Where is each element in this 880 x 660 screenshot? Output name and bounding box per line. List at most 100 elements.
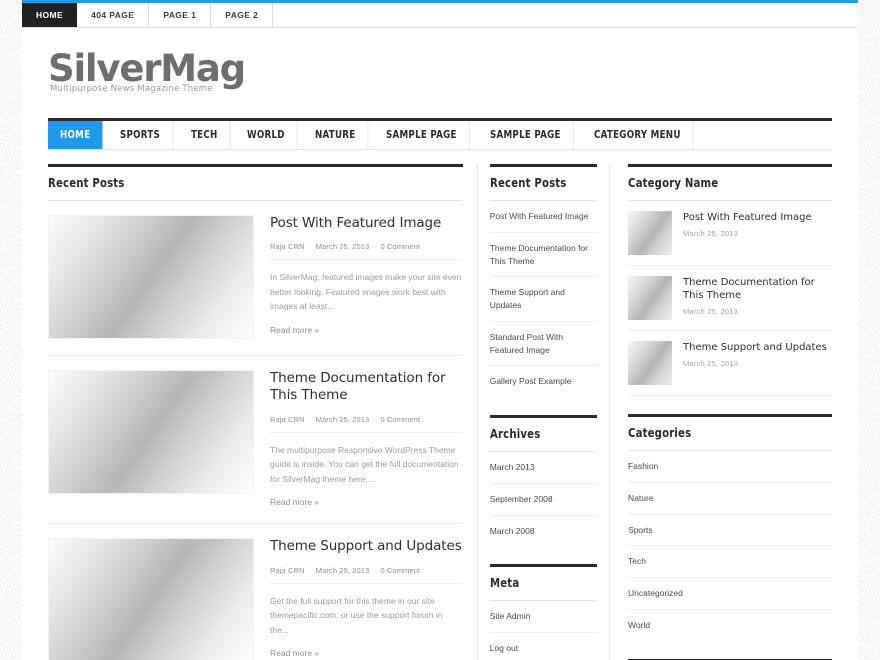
list-item[interactable]: Nature — [628, 483, 832, 515]
admin-bar-filler — [273, 3, 858, 27]
read-more-link[interactable]: Read more » — [270, 648, 463, 658]
admin-tab-page-1[interactable]: PAGE 1 — [149, 3, 212, 27]
widget-heading-label: Meta — [489, 575, 520, 591]
post-excerpt: The multipurpose Responsive WordPress Th… — [270, 444, 459, 484]
archives-list: March 2013 September 2008 March 2008 — [489, 452, 598, 547]
read-more-link[interactable]: Read more » — [270, 325, 463, 335]
post-meta: Raja CRN March 25, 2013 0 Comment — [270, 242, 463, 261]
list-item[interactable]: Site Admin — [489, 601, 598, 633]
list-item[interactable]: March 2008 — [490, 516, 597, 547]
post-comment-count[interactable]: 0 Comment — [380, 242, 420, 251]
post-body: Theme Support and Updates Raja CRN March… — [254, 538, 463, 660]
category-post-thumbnail[interactable] — [628, 211, 673, 255]
nav-item-sample-page-1[interactable]: SAMPLE PAGE — [374, 121, 470, 149]
widget-heading: Recent Posts — [489, 164, 598, 201]
middle-sidebar-column: Recent Posts Post With Featured Image Th… — [476, 164, 609, 660]
nav-item-home[interactable]: HOME — [48, 121, 104, 149]
post-title[interactable]: Theme Support and Updates — [270, 538, 463, 555]
nav-item-category-menu[interactable]: CATEGORY MENU — [582, 121, 694, 149]
category-post-thumbnail[interactable] — [628, 276, 673, 320]
widget-heading: Meta — [489, 564, 598, 602]
list-item[interactable]: Theme Documentation for This Theme — [489, 233, 598, 278]
post-title[interactable]: Post With Featured Image — [270, 215, 463, 232]
widget-heading-label: Recent Posts — [489, 175, 567, 190]
nav-item-nature[interactable]: NATURE — [303, 121, 369, 149]
widget-heading-label: Categories — [628, 425, 692, 440]
category-post-item: Post With Featured Image March 25, 2013 — [628, 201, 832, 266]
list-item[interactable]: Theme Support and Updates — [489, 277, 598, 322]
post-meta: Raja CRN March 25, 2013 0 Comment — [270, 566, 463, 584]
widget-heading-label: Category Name — [628, 175, 719, 190]
list-item[interactable]: March 2013 — [489, 452, 598, 484]
widget-heading: Categories — [628, 414, 832, 451]
site-header: SilverMag Multipurpose News Magazine The… — [22, 28, 858, 118]
post-item: Theme Support and Updates Raja CRN March… — [48, 524, 463, 660]
list-item[interactable]: Post With Featured Image — [489, 201, 598, 233]
nav-item-world[interactable]: WORLD — [235, 121, 298, 149]
category-post-date: March 25, 2013 — [683, 359, 738, 368]
site-logo-title[interactable]: SilverMag — [48, 50, 858, 87]
admin-bar: HOME 404 PAGE PAGE 1 PAGE 2 — [22, 3, 858, 28]
category-post-date: March 25, 2013 — [683, 229, 738, 238]
widget-heading-label: Archives — [489, 426, 541, 441]
widget-archives: Archives March 2013 September 2008 March… — [489, 415, 598, 547]
post-featured-image[interactable] — [48, 538, 254, 660]
post-author[interactable]: Raja CRN — [270, 566, 305, 575]
list-item[interactable]: Fashion — [628, 451, 832, 483]
main-section-heading: Recent Posts — [48, 164, 463, 201]
widget-heading: Archives — [489, 415, 598, 452]
nav-item-sample-page-2[interactable]: SAMPLE PAGE — [478, 121, 574, 149]
widget-category-name: Category Name Post With Featured Image M… — [628, 164, 832, 396]
post-comment-count[interactable]: 0 Comment — [380, 566, 420, 575]
recent-posts-list: Post With Featured Image Theme Documenta… — [489, 201, 598, 397]
post-featured-image[interactable] — [48, 370, 254, 494]
nav-item-tech[interactable]: TECH — [179, 121, 231, 149]
admin-tab-404-page[interactable]: 404 PAGE — [77, 3, 150, 27]
site-tagline: Multipurpose News Magazine Theme — [50, 84, 213, 94]
category-post-body: Theme Support and Updates March 25, 2013 — [672, 341, 832, 385]
post-body: Theme Documentation for This Theme Raja … — [254, 370, 463, 507]
widget-categories: Categories Fashion Nature Sports Tech Un… — [628, 414, 832, 641]
list-item[interactable]: Log out — [490, 633, 597, 660]
post-item: Post With Featured Image Raja CRN March … — [48, 201, 463, 356]
widget-heading: Category Name — [628, 164, 832, 201]
post-comment-count[interactable]: 0 Comment — [380, 415, 420, 424]
category-post-title[interactable]: Theme Support and Updates — [683, 341, 832, 354]
post-author[interactable]: Raja CRN — [270, 415, 305, 424]
admin-tab-home[interactable]: HOME — [22, 3, 78, 27]
meta-list: Site Admin Log out Entries RSS Comments … — [489, 601, 598, 660]
category-post-body: Theme Documentation for This Theme March… — [672, 276, 832, 320]
widget-meta: Meta Site Admin Log out Entries RSS Comm… — [489, 564, 598, 660]
category-post-title[interactable]: Post With Featured Image — [683, 211, 832, 224]
content-columns: Recent Posts Post With Featured Image Ra… — [48, 164, 832, 660]
category-post-title[interactable]: Theme Documentation for This Theme — [683, 276, 832, 302]
list-item[interactable]: Standard Post With Featured Image — [489, 322, 598, 367]
right-sidebar-column: Category Name Post With Featured Image M… — [609, 164, 832, 660]
post-featured-image[interactable] — [48, 215, 254, 339]
post-title[interactable]: Theme Documentation for This Theme — [270, 370, 463, 405]
post-excerpt: Get the full support for this theme in o… — [270, 595, 443, 635]
widget-recent-posts: Recent Posts Post With Featured Image Th… — [489, 164, 598, 397]
post-excerpt: In SilverMag, featured images make your … — [270, 272, 462, 312]
post-meta: Raja CRN March 25, 2013 0 Comment — [270, 415, 463, 433]
categories-list: Fashion Nature Sports Tech Uncategorized… — [628, 451, 832, 641]
post-item: Theme Documentation for This Theme Raja … — [48, 356, 463, 525]
category-post-item: Theme Support and Updates March 25, 2013 — [628, 331, 832, 396]
nav-item-sports[interactable]: SPORTS — [108, 121, 173, 149]
list-item[interactable]: September 2008 — [489, 484, 598, 516]
list-item[interactable]: Uncategorized — [628, 578, 832, 610]
post-author[interactable]: Raja CRN — [270, 242, 305, 251]
list-item[interactable]: World — [628, 610, 832, 641]
primary-navigation: HOME SPORTS TECH WORLD NATURE SAMPLE PAG… — [48, 118, 832, 150]
post-date: March 25, 2013 — [315, 414, 370, 424]
read-more-link[interactable]: Read more » — [270, 497, 463, 507]
category-post-date: March 25, 2013 — [683, 307, 738, 316]
post-date: March 25, 2013 — [315, 565, 370, 575]
list-item[interactable]: Gallery Post Example — [490, 366, 597, 397]
post-body: Post With Featured Image Raja CRN March … — [254, 215, 463, 339]
category-post-thumbnail[interactable] — [628, 341, 673, 385]
admin-tab-page-2[interactable]: PAGE 2 — [211, 3, 274, 27]
list-item[interactable]: Sports — [628, 515, 832, 547]
list-item[interactable]: Tech — [628, 546, 832, 578]
main-section-heading-label: Recent Posts — [48, 175, 125, 190]
